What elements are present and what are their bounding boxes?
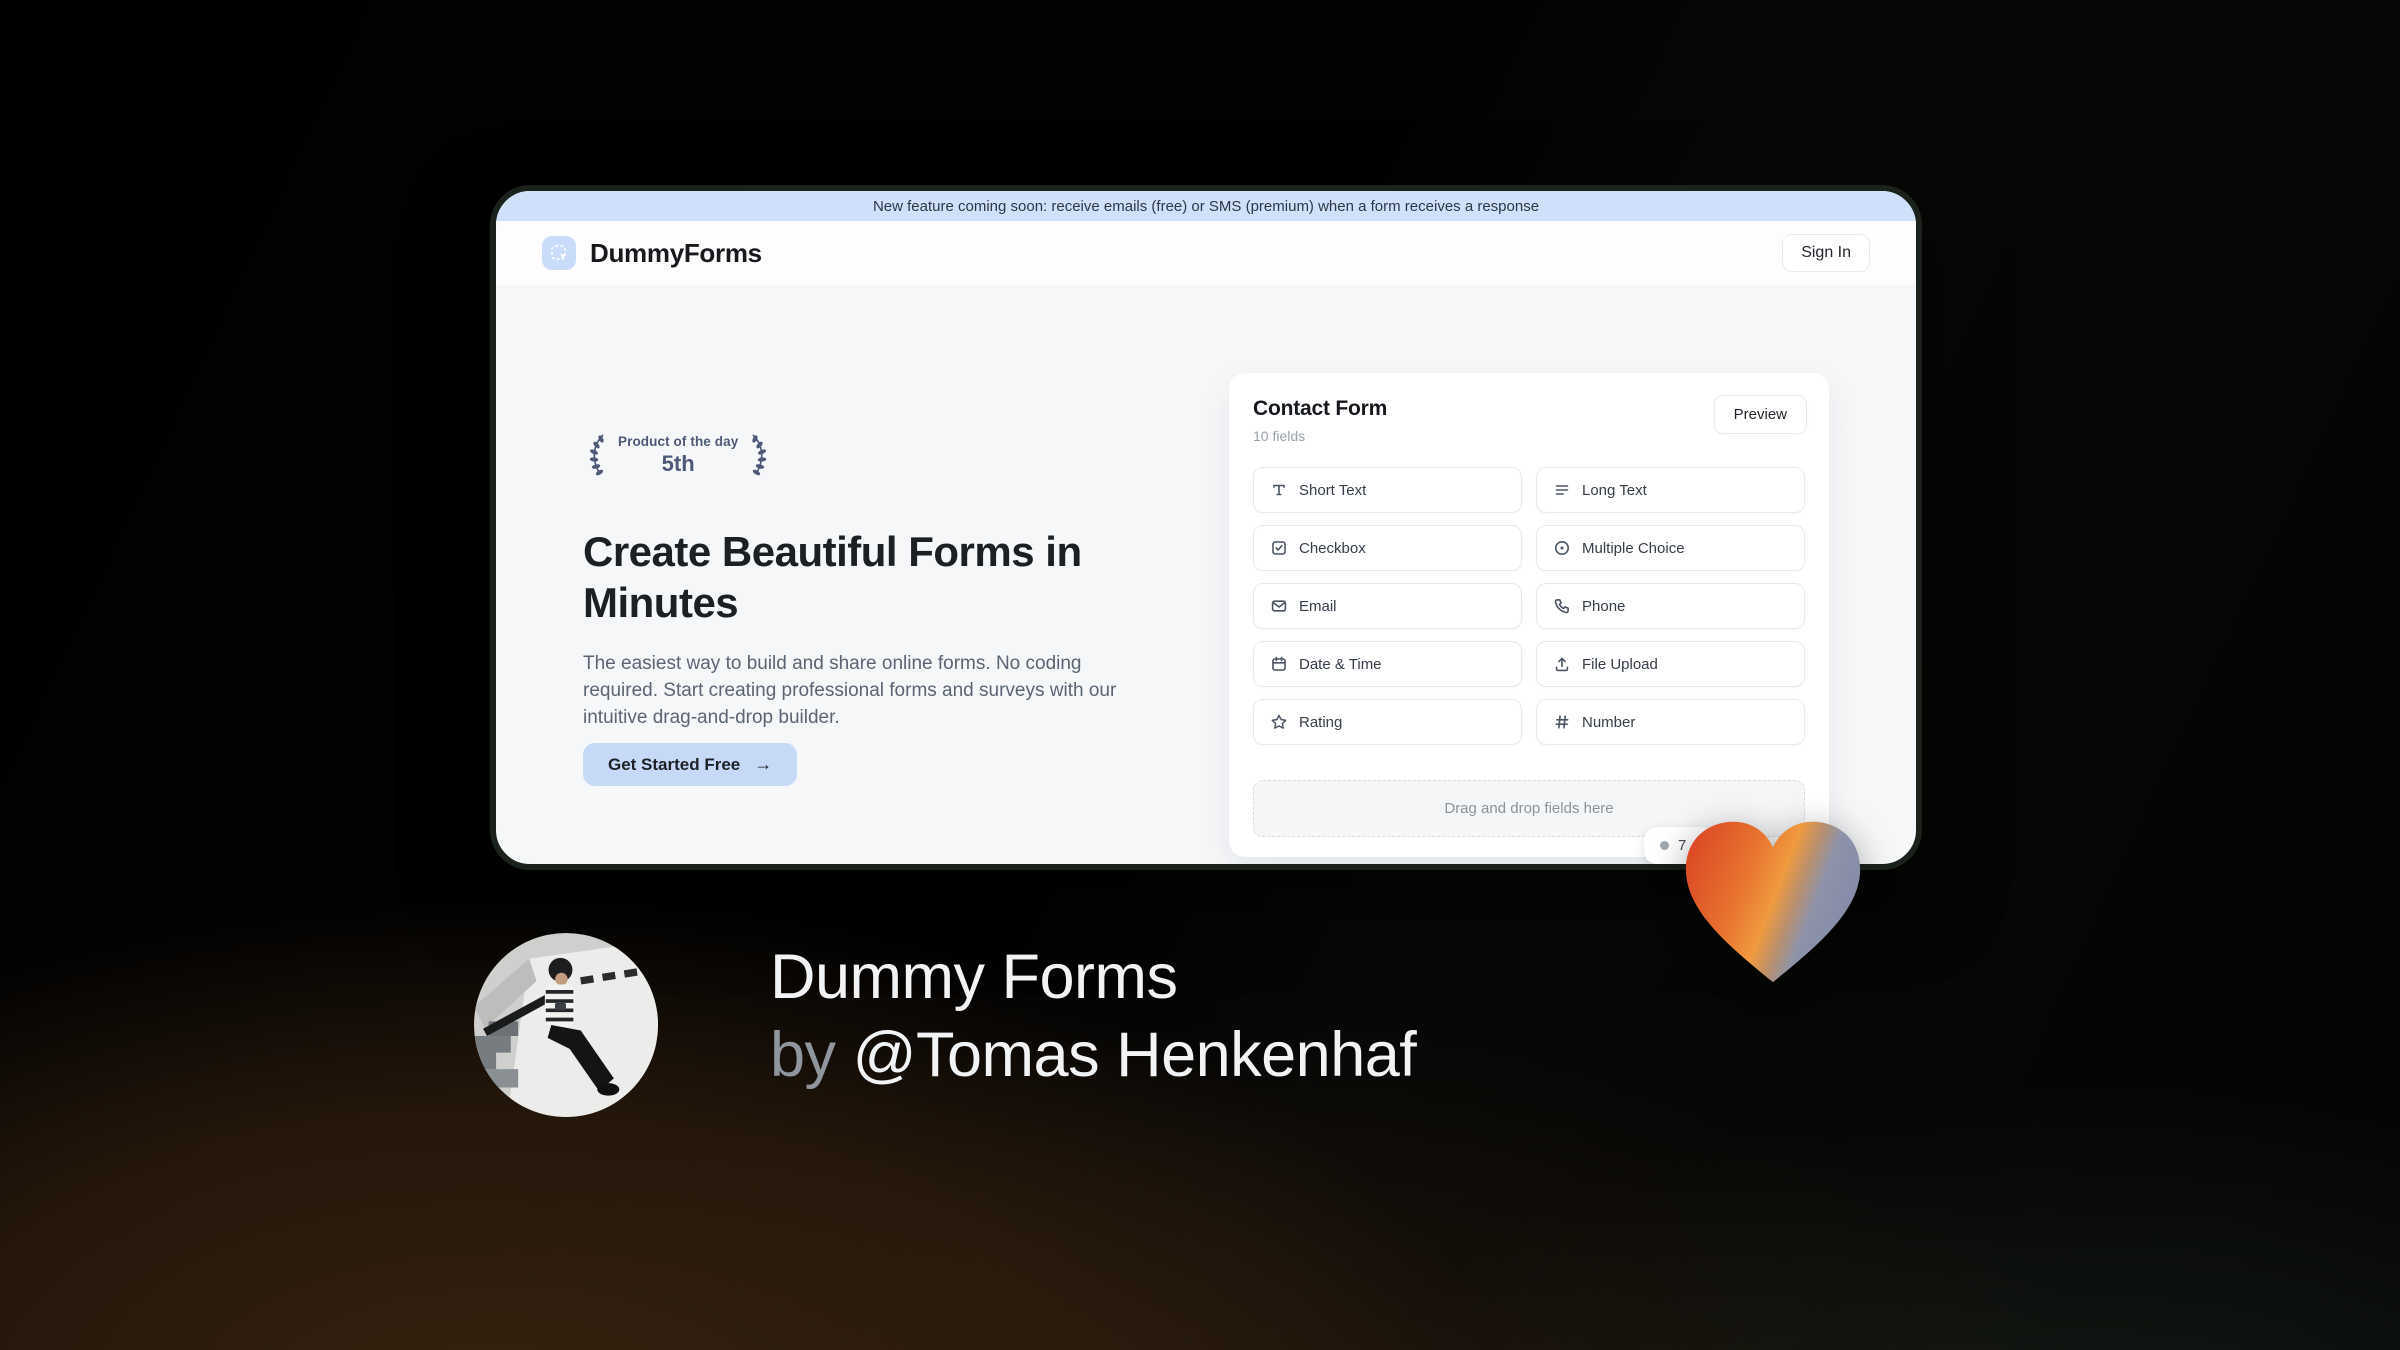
envelope-icon bbox=[1271, 600, 1287, 612]
credit-title: Dummy Forms bbox=[770, 942, 1178, 1012]
align-left-icon bbox=[1555, 485, 1569, 495]
logo-mark bbox=[542, 236, 576, 270]
field-label: Multiple Choice bbox=[1582, 539, 1685, 557]
field-long-text[interactable]: Long Text bbox=[1536, 467, 1805, 513]
field-label: Short Text bbox=[1299, 481, 1367, 499]
browser-window: New feature coming soon: receive emails … bbox=[490, 185, 1922, 870]
field-short-text[interactable]: Short Text bbox=[1253, 467, 1522, 513]
site-header: DummyForms Sign In bbox=[496, 221, 1916, 285]
field-label: Long Text bbox=[1582, 481, 1647, 499]
badge-line1: Product of the day bbox=[618, 433, 739, 449]
field-palette: Short Text Long Text Checkbox Multiple C… bbox=[1253, 467, 1805, 745]
promo-canvas: New feature coming soon: receive emails … bbox=[0, 0, 2400, 1350]
byline-name: @Tomas Henkenhaf bbox=[852, 1020, 1417, 1090]
laurel-left-icon bbox=[589, 434, 604, 476]
field-rating[interactable]: Rating bbox=[1253, 699, 1522, 745]
calendar-icon bbox=[1272, 656, 1286, 671]
upload-icon bbox=[1555, 657, 1569, 672]
preview-button[interactable]: Preview bbox=[1713, 395, 1807, 434]
form-builder-card: Contact Form 10 fields Preview Short Tex… bbox=[1229, 373, 1829, 857]
credit-byline: by @Tomas Henkenhaf bbox=[770, 1016, 1417, 1094]
credit-text: Dummy Forms by @Tomas Henkenhaf bbox=[770, 938, 1417, 1094]
hero-description: The easiest way to build and share onlin… bbox=[583, 653, 1117, 729]
brand-logo[interactable]: DummyForms bbox=[542, 236, 762, 270]
announcement-text: New feature coming soon: receive emails … bbox=[872, 197, 1540, 215]
laurel-right-icon bbox=[752, 434, 767, 476]
field-label: Rating bbox=[1299, 713, 1343, 731]
arrow-right-icon: → bbox=[754, 754, 773, 774]
field-phone[interactable]: Phone bbox=[1536, 583, 1805, 629]
avatar bbox=[474, 933, 658, 1117]
dropzone-text: Drag and drop fields here bbox=[1444, 800, 1614, 817]
field-label: Date & Time bbox=[1299, 655, 1382, 673]
dashed-selection-cursor-icon bbox=[550, 244, 566, 260]
badge-text: Product of the day 5th bbox=[618, 434, 738, 477]
field-email[interactable]: Email bbox=[1253, 583, 1522, 629]
field-checkbox[interactable]: Checkbox bbox=[1253, 525, 1522, 571]
field-label: Number bbox=[1582, 713, 1636, 731]
byline-prefix: by bbox=[770, 1020, 836, 1090]
field-date-time[interactable]: Date & Time bbox=[1253, 641, 1522, 687]
get-started-button[interactable]: Get Started Free → bbox=[583, 743, 798, 786]
avatar-photo bbox=[474, 933, 658, 1117]
sign-in-button[interactable]: Sign In bbox=[1782, 234, 1870, 272]
badge-line2: 5th bbox=[661, 450, 695, 476]
field-label: Phone bbox=[1582, 597, 1626, 615]
brand-name: DummyForms bbox=[590, 237, 762, 268]
field-number[interactable]: Number bbox=[1536, 699, 1805, 745]
field-label: Email bbox=[1299, 597, 1337, 615]
field-label: File Upload bbox=[1582, 655, 1658, 673]
heart-icon bbox=[1685, 821, 1861, 983]
field-file-upload[interactable]: File Upload bbox=[1536, 641, 1805, 687]
cta-label: Get Started Free bbox=[608, 754, 741, 774]
product-of-the-day-badge: Product of the day 5th bbox=[583, 431, 773, 479]
star-icon bbox=[1271, 714, 1287, 729]
field-multiple-choice[interactable]: Multiple Choice bbox=[1536, 525, 1805, 571]
checkbox-icon bbox=[1272, 541, 1286, 555]
field-label: Checkbox bbox=[1299, 539, 1366, 557]
hero-title: Create Beautiful Forms in Minutes bbox=[583, 528, 1082, 626]
phone-icon bbox=[1554, 599, 1569, 614]
text-icon bbox=[1273, 484, 1285, 496]
dot-icon bbox=[1660, 841, 1669, 850]
hash-icon bbox=[1555, 715, 1569, 729]
announcement-banner: New feature coming soon: receive emails … bbox=[496, 191, 1916, 221]
radio-icon bbox=[1555, 541, 1569, 555]
